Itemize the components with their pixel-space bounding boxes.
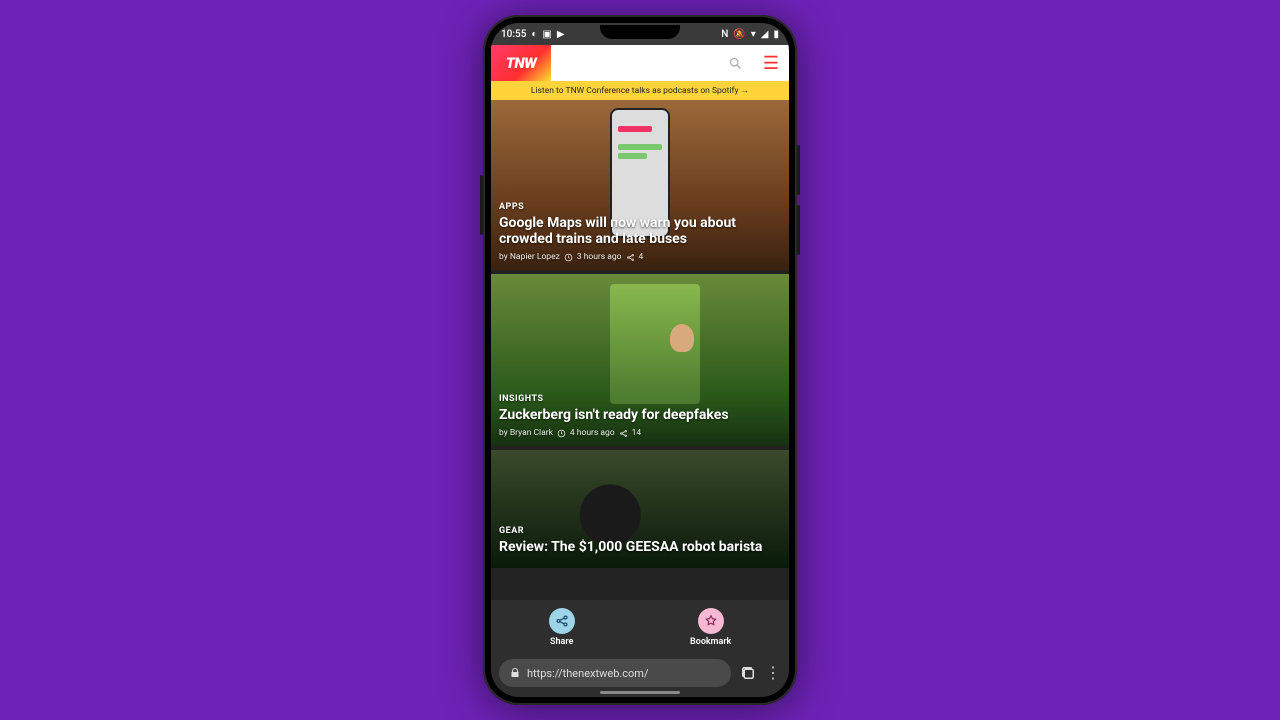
- article-category: INSIGHTS: [499, 394, 781, 404]
- power-button: [480, 175, 483, 235]
- article-category: GEAR: [499, 526, 781, 536]
- signal-icon: ◢: [761, 29, 769, 40]
- site-logo-text: TNW: [506, 54, 537, 72]
- site-logo[interactable]: TNW: [491, 45, 551, 81]
- more-icon: ⋮: [765, 665, 781, 681]
- article-title: Zuckerberg isn't ready for deepfakes: [499, 407, 781, 423]
- status-time: 10:55: [501, 29, 526, 40]
- address-bar[interactable]: https://thenextweb.com/: [499, 659, 731, 687]
- share-icon: [619, 429, 628, 438]
- wifi-icon: ▾: [751, 29, 756, 40]
- article-card[interactable]: GEAR Review: The $1,000 GEESAA robot bar…: [491, 450, 789, 568]
- bookmark-action[interactable]: Bookmark: [690, 608, 731, 647]
- bookmark-circle-icon: [698, 608, 724, 634]
- tabs-button[interactable]: [739, 664, 757, 682]
- share-label: Share: [550, 637, 573, 647]
- promo-banner-text: Listen to TNW Conference talks as podcas…: [531, 86, 749, 96]
- article-shares: 14: [632, 428, 642, 438]
- article-card[interactable]: APPS Google Maps will now warn you about…: [491, 100, 789, 270]
- screen: 10:55 ◐ ▣ ▶ N 🔕 ▾ ◢ ▮ TNW ☰: [491, 23, 789, 697]
- nfc-icon: N: [721, 29, 728, 40]
- article-card[interactable]: INSIGHTS Zuckerberg isn't ready for deep…: [491, 274, 789, 446]
- article-image: [610, 284, 700, 404]
- share-icon: [626, 253, 635, 262]
- home-indicator[interactable]: [600, 691, 680, 694]
- article-feed[interactable]: APPS Google Maps will now warn you about…: [491, 100, 789, 600]
- volume-down-button: [797, 205, 800, 255]
- promo-banner[interactable]: Listen to TNW Conference talks as podcas…: [491, 81, 789, 100]
- hamburger-icon: ☰: [763, 53, 779, 74]
- article-title: Google Maps will now warn you about crow…: [499, 215, 781, 247]
- clock-icon: [557, 429, 566, 438]
- mute-icon: 🔕: [733, 29, 745, 40]
- tabs-icon: [739, 664, 757, 682]
- image-icon: ▣: [542, 29, 551, 40]
- sync-icon: ◐: [531, 29, 537, 40]
- clock-icon: [564, 253, 573, 262]
- bookmark-label: Bookmark: [690, 637, 731, 647]
- article-time: 4 hours ago: [570, 428, 615, 438]
- phone-frame: 10:55 ◐ ▣ ▶ N 🔕 ▾ ◢ ▮ TNW ☰: [483, 15, 797, 705]
- article-shares: 4: [639, 252, 644, 262]
- menu-button[interactable]: ☰: [753, 45, 789, 81]
- lock-icon: [509, 667, 521, 679]
- share-circle-icon: [549, 608, 575, 634]
- article-title: Review: The $1,000 GEESAA robot barista: [499, 539, 781, 555]
- article-time: 3 hours ago: [577, 252, 622, 262]
- url-text: https://thenextweb.com/: [527, 667, 649, 680]
- article-category: APPS: [499, 202, 781, 212]
- site-header: TNW ☰: [491, 45, 789, 81]
- article-author: by Bryan Clark: [499, 428, 553, 438]
- browser-action-bar: Share Bookmark: [491, 600, 789, 653]
- notch: [600, 25, 680, 39]
- search-icon: [728, 56, 743, 71]
- article-author: by Napier Lopez: [499, 252, 560, 262]
- play-icon: ▶: [557, 29, 565, 40]
- share-action[interactable]: Share: [549, 608, 575, 647]
- search-button[interactable]: [717, 45, 753, 81]
- volume-up-button: [797, 145, 800, 195]
- battery-icon: ▮: [773, 29, 779, 40]
- more-button[interactable]: ⋮: [765, 665, 781, 681]
